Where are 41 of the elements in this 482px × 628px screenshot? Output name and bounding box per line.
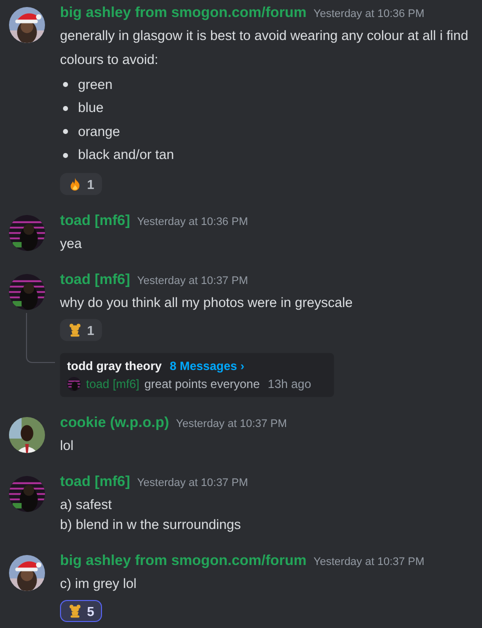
thread-last-message: great points everyone [144, 377, 260, 391]
reaction-button[interactable]: 5 [60, 600, 102, 622]
thread-messages-link[interactable]: 8 Messages › [170, 359, 244, 373]
username[interactable]: cookie (w.p.o.p) [60, 415, 170, 431]
bullet-icon [63, 129, 68, 134]
bullet-icon [63, 82, 68, 88]
message-text: b) blend in w the surroundings [60, 516, 242, 534]
list-item: green [78, 76, 113, 94]
message-text: why do you think all my photos were in greyscale [60, 294, 354, 312]
message-text: generally in glasgow it is best to avoid wearing any colour at all i find [60, 27, 470, 45]
bullet-icon [63, 152, 68, 158]
timestamp: 13h ago [268, 377, 312, 391]
message-text: a) safest [60, 496, 113, 514]
timestamp: Yesterday at 10:37 PM [314, 556, 424, 568]
username[interactable]: toad [mf6] [60, 474, 130, 490]
list-item: black and/or tan [78, 146, 174, 164]
message-text: colours to avoid: [60, 51, 160, 69]
flame-icon [68, 177, 82, 191]
username[interactable]: toad [mf6] [60, 272, 130, 288]
username[interactable]: toad [mf6] [86, 377, 140, 391]
message-text: c) im grey lol [60, 575, 138, 593]
timestamp: Yesterday at 10:37 PM [137, 275, 248, 287]
list-item: blue [78, 99, 104, 118]
figurine-icon [68, 604, 82, 618]
username[interactable]: big ashley from smogon.com/forum [60, 5, 307, 21]
list-item: orange [78, 122, 120, 141]
timestamp: Yesterday at 10:36 PM [314, 8, 424, 20]
reaction-button[interactable]: 1 [60, 173, 102, 195]
thread-line [26, 313, 55, 363]
timestamp: Yesterday at 10:36 PM [137, 216, 248, 228]
thread-card[interactable]: todd gray theory 8 Messages › toad [mf6] great points everyone 13h ago [60, 353, 334, 397]
thread-title: todd gray theory [67, 359, 162, 373]
timestamp: Yesterday at 10:37 PM [176, 418, 287, 430]
message-text: lol [60, 437, 75, 455]
reaction-button[interactable]: 1 [60, 319, 102, 341]
username[interactable]: big ashley from smogon.com/forum [60, 553, 307, 569]
figurine-icon [68, 323, 82, 337]
timestamp: Yesterday at 10:37 PM [137, 477, 248, 489]
username[interactable]: toad [mf6] [60, 213, 130, 229]
bullet-icon [63, 106, 68, 111]
message-text: yea [60, 235, 83, 253]
